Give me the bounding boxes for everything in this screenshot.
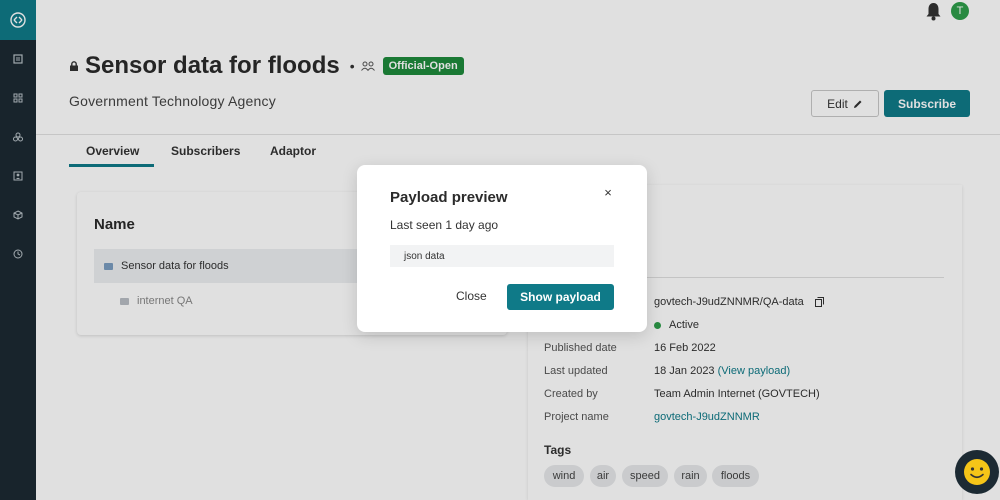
payload-preview-box: json data [390,245,614,267]
payload-preview-modal: Payload preview × Last seen 1 day ago js… [357,165,647,332]
show-payload-button[interactable]: Show payload [507,284,614,310]
close-button[interactable]: Close [456,289,487,303]
chat-widget-button[interactable] [955,450,999,494]
last-seen-text: Last seen 1 day ago [390,218,499,232]
smiley-icon [964,459,990,485]
modal-title: Payload preview [390,189,508,206]
close-icon[interactable]: × [602,186,614,200]
